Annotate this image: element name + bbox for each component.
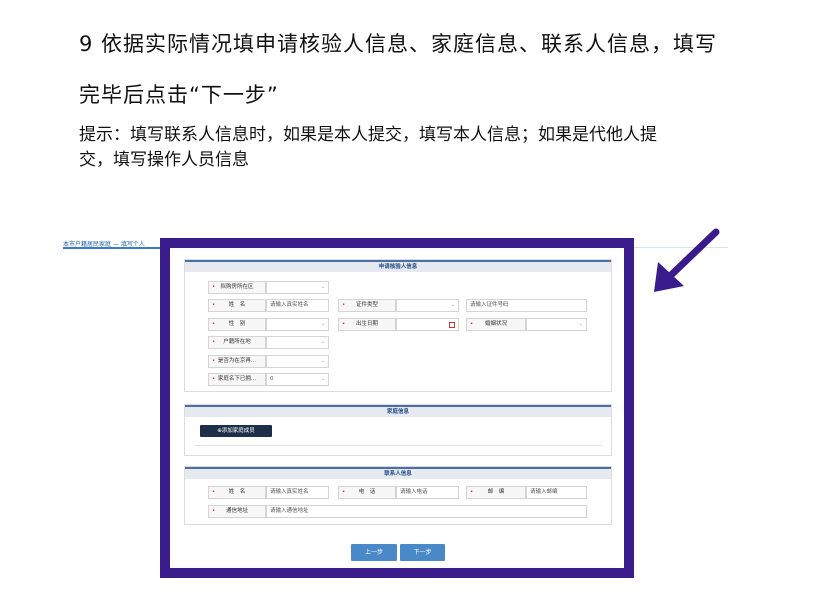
beijing-status-select[interactable]: ⌄ <box>266 355 329 368</box>
birthdate-label: • 出生日期 <box>338 318 396 331</box>
family-divider <box>194 445 602 446</box>
chevron-down-icon: ⌄ <box>450 302 455 308</box>
chevron-down-icon: ⌄ <box>320 284 325 290</box>
instruction-line-2: 完毕后点击“下一步” <box>79 83 279 107</box>
marital-status-label: • 婚姻状况 <box>466 318 526 331</box>
id-type-select[interactable]: ⌄ <box>396 299 459 312</box>
contact-section-title: 联系人信息 <box>185 467 611 479</box>
tip-line-1: 提示：填写联系人信息时，如果是本人提交，填写本人信息；如果是代他人提 <box>79 125 657 145</box>
instruction-line-1: 9 依据实际情况填申请核验人信息、家庭信息、联系人信息，填写 <box>79 32 718 56</box>
contact-address-label: • 通信地址 <box>208 505 266 518</box>
district-select[interactable]: ⌄ <box>266 281 329 294</box>
owned-property-select[interactable]: 0 ⌄ <box>266 373 329 386</box>
gender-label: • 性 别 <box>208 318 266 331</box>
household-registration-label: • 户籍所在地 <box>208 336 266 349</box>
chevron-down-icon: ⌄ <box>320 358 325 364</box>
contact-phone-input[interactable]: 请输入电话 <box>396 486 459 499</box>
family-section-title: 家庭信息 <box>185 405 611 417</box>
add-family-member-button[interactable]: ⊕添加家庭成员 <box>200 425 272 437</box>
district-label: • 拟购房所在区 <box>208 281 266 294</box>
arrow-icon <box>654 228 720 292</box>
contact-zip-label: • 邮 编 <box>466 486 526 499</box>
contact-address-input[interactable]: 请输入通信地址 <box>266 505 587 518</box>
birthdate-input[interactable] <box>396 318 459 331</box>
applicant-section-title: 申请核验人信息 <box>185 260 611 272</box>
contact-name-label: • 姓 名 <box>208 486 266 499</box>
next-step-button[interactable]: 下一步 <box>400 544 445 561</box>
name-input[interactable]: 请输入真实姓名 <box>266 299 329 312</box>
contact-phone-label: • 电 话 <box>338 486 396 499</box>
contact-name-input[interactable]: 请输入真实姓名 <box>266 486 329 499</box>
contact-zip-input[interactable]: 请输入邮编 <box>526 486 587 499</box>
id-type-label: • 证件类型 <box>338 299 396 312</box>
chevron-down-icon: ⌄ <box>320 339 325 345</box>
tip-line-2: 交，填写操作人员信息 <box>79 150 249 170</box>
calendar-icon[interactable] <box>449 322 455 328</box>
chevron-down-icon: ⌄ <box>320 321 325 327</box>
chevron-down-icon: ⌄ <box>320 376 325 382</box>
owned-property-label: • 家庭名下已拥... <box>208 373 266 386</box>
id-number-input[interactable]: 请输入证件号码 <box>466 299 587 312</box>
gender-select[interactable]: ⌄ <box>266 318 329 331</box>
name-label: • 姓 名 <box>208 299 266 312</box>
prev-step-button[interactable]: 上一步 <box>351 544 397 561</box>
chevron-down-icon: ⌄ <box>578 321 583 327</box>
household-registration-select[interactable]: ⌄ <box>266 336 329 349</box>
marital-status-select[interactable]: ⌄ <box>526 318 587 331</box>
beijing-status-label: • 是否为在京再... <box>208 355 266 368</box>
